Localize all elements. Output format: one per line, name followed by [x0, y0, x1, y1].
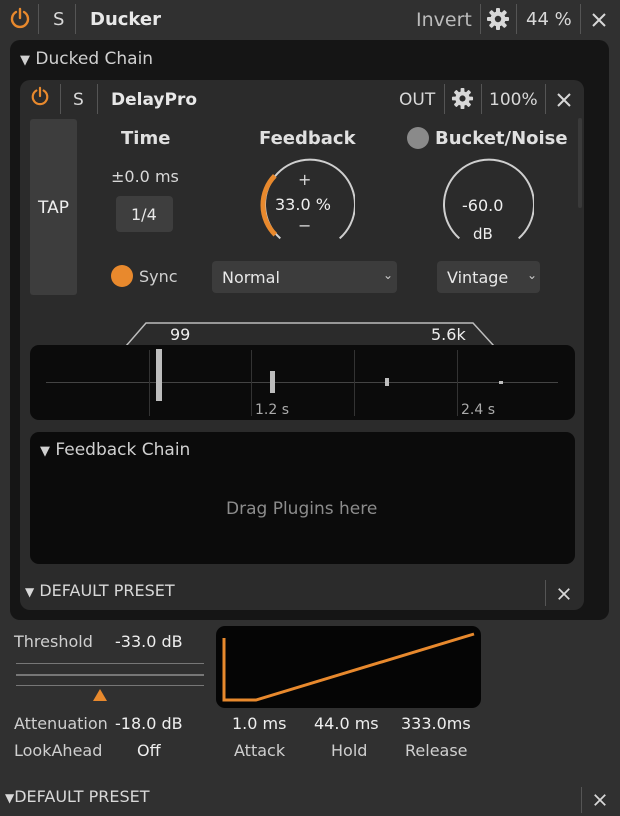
collapse-triangle-icon[interactable]: ▼	[40, 444, 50, 459]
power-icon[interactable]	[9, 7, 31, 29]
solo-button[interactable]: S	[73, 90, 84, 110]
tap-gridline	[457, 350, 458, 416]
close-icon[interactable]	[591, 12, 607, 28]
attack-value[interactable]: 1.0 ms	[232, 714, 286, 733]
plugin-name: DelayPro	[111, 90, 198, 110]
preset-selector[interactable]: ▼DEFAULT PRESET	[5, 787, 150, 806]
sync-label: Sync	[139, 267, 178, 286]
meter-line	[16, 685, 204, 686]
lookahead-value[interactable]: Off	[137, 741, 161, 760]
feedback-chain-header[interactable]: ▼ Feedback Chain	[40, 440, 190, 460]
tap-bar	[156, 349, 162, 401]
threshold-meter[interactable]	[16, 660, 204, 690]
note-value: 1/4	[131, 205, 157, 224]
hold-value[interactable]: 44.0 ms	[314, 714, 379, 733]
tap-label-2: 2.4 s	[461, 402, 496, 418]
feedback-chain-title: Feedback Chain	[55, 440, 191, 460]
feedback-mode-value: Normal	[222, 268, 280, 287]
out-button[interactable]: OUT	[399, 90, 435, 110]
bucket-title: Bucket/Noise	[435, 128, 568, 149]
gear-icon[interactable]	[486, 7, 510, 31]
threshold-slider-handle[interactable]	[93, 686, 107, 705]
collapse-triangle-icon[interactable]: ▼	[20, 53, 30, 68]
close-icon[interactable]	[593, 793, 607, 807]
tap-display-axis	[46, 382, 558, 383]
envelope-display[interactable]	[216, 626, 481, 708]
release-label: Release	[405, 741, 468, 760]
time-offset-value[interactable]: ±0.0 ms	[111, 167, 179, 186]
solo-button[interactable]: S	[53, 9, 64, 30]
bucket-toggle[interactable]	[407, 127, 429, 149]
meter-line	[16, 663, 204, 664]
feedback-title: Feedback	[259, 128, 356, 149]
meter-line	[16, 674, 204, 676]
threshold-label: Threshold	[14, 632, 93, 651]
feedback-plus: +	[298, 170, 312, 189]
feedback-minus: −	[298, 216, 312, 235]
bucket-mode-value: Vintage	[447, 268, 509, 287]
tap-gridline	[354, 350, 355, 416]
attenuation-value[interactable]: -18.0 dB	[115, 714, 183, 733]
close-icon[interactable]	[557, 587, 571, 601]
time-title: Time	[121, 128, 171, 149]
power-icon[interactable]	[30, 86, 50, 106]
gear-icon[interactable]	[451, 87, 474, 110]
filter-low-value[interactable]: 99	[170, 325, 190, 344]
invert-button[interactable]: Invert	[416, 9, 472, 31]
preset-label: DEFAULT PRESET	[14, 787, 150, 806]
bucket-unit: dB	[473, 225, 493, 243]
tap-label: TAP	[38, 198, 69, 218]
plugin-mix-value[interactable]: 100%	[489, 90, 538, 110]
chevron-down-icon: ⌄	[527, 268, 538, 282]
preset-label: DEFAULT PRESET	[39, 581, 175, 600]
attack-label: Attack	[234, 741, 286, 760]
threshold-value[interactable]: -33.0 dB	[115, 632, 183, 651]
feedback-value: 33.0 %	[275, 195, 331, 214]
tap-gridline	[251, 350, 252, 416]
sync-toggle[interactable]	[111, 265, 133, 287]
drop-zone-placeholder: Drag Plugins here	[226, 499, 378, 519]
collapse-triangle-icon[interactable]: ▼	[25, 585, 34, 599]
hold-label: Hold	[331, 741, 368, 760]
filter-high-value[interactable]: 5.6k	[431, 325, 466, 344]
ducked-chain-header[interactable]: ▼ Ducked Chain	[20, 49, 153, 69]
mix-value[interactable]: 44 %	[526, 9, 572, 30]
chevron-down-icon: ⌄	[383, 268, 394, 282]
release-value[interactable]: 333.0ms	[401, 714, 471, 733]
collapse-triangle-icon[interactable]: ▼	[5, 791, 14, 805]
ducked-chain-title: Ducked Chain	[35, 49, 154, 69]
tap-bar	[270, 371, 275, 393]
tap-bar	[499, 381, 503, 384]
tap-label-1: 1.2 s	[255, 402, 290, 418]
close-icon[interactable]	[556, 92, 572, 108]
lookahead-label: LookAhead	[14, 741, 103, 760]
scrollbar[interactable]	[578, 118, 582, 208]
bucket-value: -60.0	[462, 196, 504, 215]
plugin-title: Ducker	[90, 9, 161, 30]
attenuation-label: Attenuation	[14, 714, 108, 733]
tap-gridline	[149, 350, 150, 416]
preset-selector[interactable]: ▼ DEFAULT PRESET	[25, 581, 175, 600]
tap-bar	[385, 378, 389, 386]
